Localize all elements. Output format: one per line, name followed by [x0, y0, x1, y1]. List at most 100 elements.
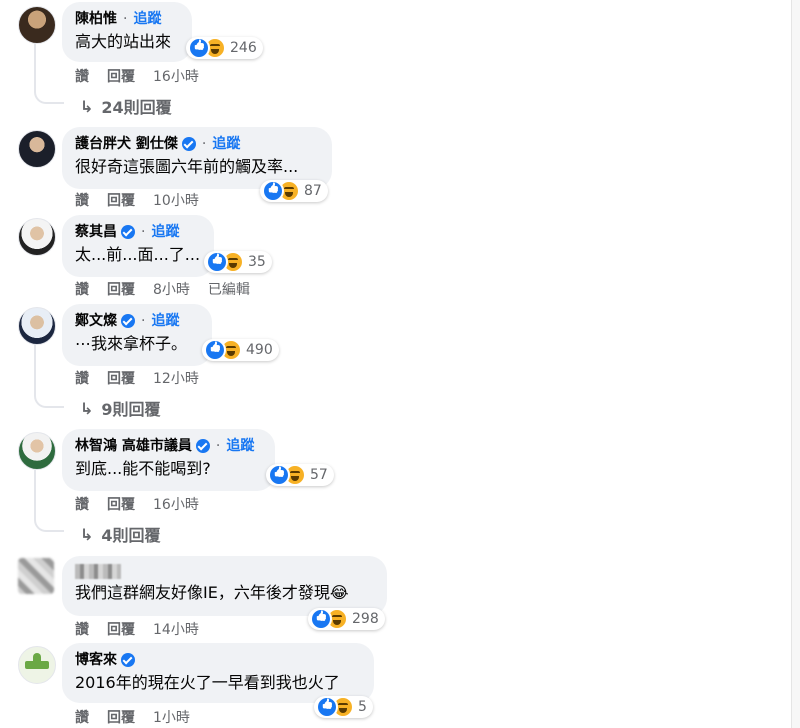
reply-button[interactable]: 回覆: [107, 494, 135, 514]
like-reaction-icon: [188, 37, 210, 59]
timestamp[interactable]: 16小時: [153, 66, 199, 86]
reaction-summary[interactable]: 35: [204, 251, 272, 273]
avatar[interactable]: [18, 218, 56, 256]
avatar-blurred[interactable]: [18, 558, 54, 594]
replies-count: 24則回覆: [101, 98, 172, 117]
comment-text: 我們這群網友好像IE，六年後才發現😂: [75, 583, 349, 602]
comment-actions: 讚 回覆 12小時: [75, 368, 217, 388]
scrollbar-track[interactable]: [791, 0, 800, 728]
like-button[interactable]: 讚: [75, 66, 89, 86]
replies-count: 9則回覆: [101, 400, 161, 419]
comment-text: 2016年的現在火了一早看到我也火了: [75, 673, 340, 692]
reaction-summary[interactable]: 87: [260, 180, 328, 202]
reply-button[interactable]: 回覆: [107, 707, 135, 727]
reply-arrow-icon: ↳: [80, 96, 94, 116]
reaction-count: 35: [248, 254, 266, 270]
avatar[interactable]: [18, 432, 56, 470]
reaction-count: 5: [358, 699, 367, 715]
like-reaction-icon: [310, 608, 332, 630]
view-replies-link[interactable]: ↳ 24則回覆: [80, 94, 172, 118]
timestamp[interactable]: 1小時: [153, 707, 190, 727]
separator-dot: ·: [141, 313, 146, 329]
timestamp[interactable]: 8小時: [153, 279, 190, 299]
reaction-summary[interactable]: 490: [202, 339, 279, 361]
reply-button[interactable]: 回覆: [107, 279, 135, 299]
thread-connector: [34, 88, 64, 104]
avatar[interactable]: [18, 130, 56, 168]
commenter-name[interactable]: 蔡其昌: [75, 223, 117, 241]
commenter-name[interactable]: 鄭文燦: [75, 312, 117, 330]
follow-button[interactable]: 追蹤: [151, 312, 179, 330]
reaction-count: 298: [352, 611, 379, 627]
like-button[interactable]: 讚: [75, 707, 89, 727]
reply-button[interactable]: 回覆: [107, 66, 135, 86]
follow-button[interactable]: 追蹤: [212, 135, 240, 153]
reaction-summary[interactable]: 298: [308, 608, 385, 630]
commenter-name[interactable]: 護台胖犬 劉仕傑: [75, 135, 178, 153]
commenter-name[interactable]: 林智鴻 高雄市議員: [75, 437, 192, 455]
like-reaction-icon: [268, 464, 290, 486]
logo-leaf: [33, 653, 41, 661]
reply-arrow-icon: ↳: [80, 524, 94, 544]
reaction-count: 57: [310, 467, 328, 483]
view-replies-link[interactable]: ↳ 9則回覆: [80, 396, 161, 420]
verified-badge-icon: [181, 137, 196, 151]
like-reaction-icon: [206, 251, 228, 273]
timestamp[interactable]: 16小時: [153, 494, 199, 514]
timestamp[interactable]: 10小時: [153, 190, 199, 210]
separator-dot: ·: [123, 11, 128, 27]
thread-connector: [34, 392, 64, 408]
reaction-count: 246: [230, 40, 257, 56]
avatar[interactable]: [18, 6, 56, 44]
thread-line: [34, 470, 36, 518]
verified-badge-icon: [195, 439, 210, 453]
like-button[interactable]: 讚: [75, 279, 89, 299]
reply-arrow-icon: ↳: [80, 398, 94, 418]
comment-text: 太...前...面...了...: [75, 245, 201, 264]
comment-text: 高大的站出來: [75, 32, 172, 51]
replies-count: 4則回覆: [101, 526, 161, 545]
separator-dot: ·: [215, 438, 221, 454]
reaction-summary[interactable]: 5: [314, 696, 373, 718]
verified-badge-icon: [121, 653, 135, 667]
thread-line: [34, 42, 36, 90]
reply-button[interactable]: 回覆: [107, 368, 135, 388]
verified-badge-icon: [121, 314, 135, 328]
like-button[interactable]: 讚: [75, 368, 89, 388]
comment-bubble: 蔡其昌 · 追蹤 太...前...面...了...: [62, 215, 214, 277]
comment-actions: 讚 回覆 16小時: [75, 66, 217, 86]
comment-actions: 讚 回覆 16小時: [75, 494, 217, 514]
thread-line: [34, 344, 36, 394]
like-button[interactable]: 讚: [75, 619, 89, 639]
logo-mark: [25, 661, 49, 669]
commenter-name[interactable]: 陳柏惟: [75, 10, 117, 28]
timestamp[interactable]: 14小時: [153, 619, 199, 639]
comment-text: 很好奇這張圖六年前的觸及率...: [75, 157, 299, 176]
comment-text: 到底...能不能喝到?: [75, 459, 211, 478]
like-reaction-icon: [262, 180, 284, 202]
commenter-name[interactable]: 博客來: [75, 651, 117, 669]
follow-button[interactable]: 追蹤: [133, 10, 161, 28]
reply-button[interactable]: 回覆: [107, 190, 135, 210]
timestamp[interactable]: 12小時: [153, 368, 199, 388]
avatar-logo[interactable]: [18, 646, 56, 684]
reaction-summary[interactable]: 246: [186, 37, 263, 59]
like-button[interactable]: 讚: [75, 190, 89, 210]
follow-button[interactable]: 追蹤: [226, 437, 254, 455]
reaction-summary[interactable]: 57: [266, 464, 334, 486]
view-replies-link[interactable]: ↳ 4則回覆: [80, 522, 161, 546]
like-reaction-icon: [316, 696, 338, 718]
comment-actions: 讚 回覆 1小時: [75, 707, 208, 727]
avatar[interactable]: [18, 307, 56, 345]
comment-actions: 讚 回覆 10小時: [75, 190, 217, 210]
like-button[interactable]: 讚: [75, 494, 89, 514]
reaction-count: 87: [304, 183, 322, 199]
blurred-name: [75, 564, 121, 579]
follow-button[interactable]: 追蹤: [151, 223, 179, 241]
comment-bubble: 林智鴻 高雄市議員 · 追蹤 到底...能不能喝到?: [62, 429, 275, 491]
comment-actions: 讚 回覆 14小時: [75, 619, 217, 639]
comment-bubble: 博客來 2016年的現在火了一早看到我也火了: [62, 643, 374, 703]
comment-bubble: 鄭文燦 · 追蹤 ⋯我來拿杯子。: [62, 304, 212, 366]
reply-button[interactable]: 回覆: [107, 619, 135, 639]
reaction-count: 490: [246, 342, 273, 358]
